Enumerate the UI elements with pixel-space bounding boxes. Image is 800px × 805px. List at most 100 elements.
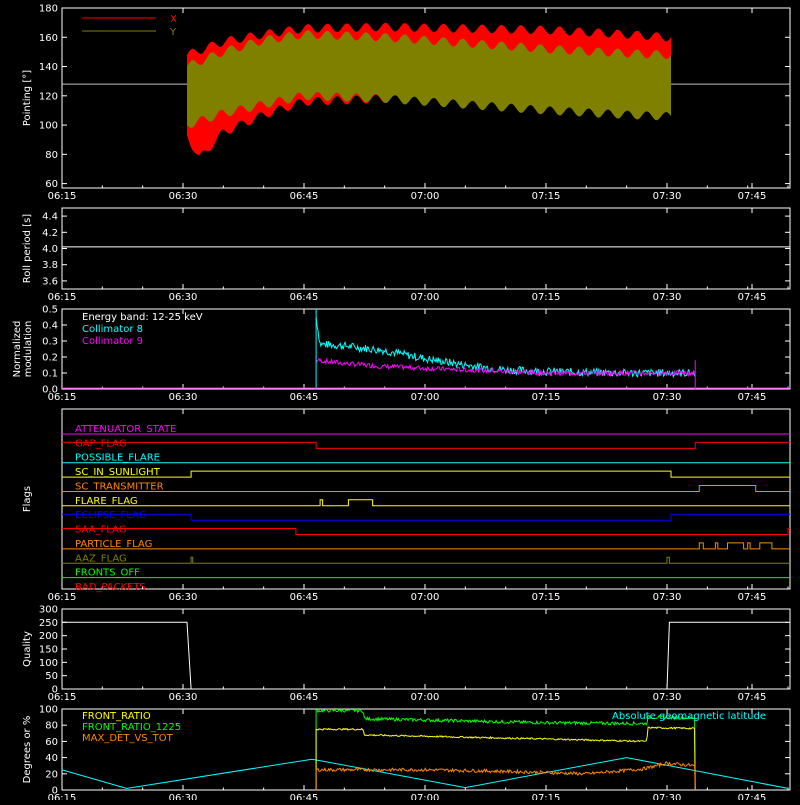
panel-pointing: 06:15 06:30 06:45 07:00 07:15 07:30 07:45 Point… bbox=[22, 4, 791, 202]
x-tick-label: 07:45 bbox=[738, 191, 767, 202]
x-tick-label: 07:30 bbox=[653, 191, 682, 202]
flag-line-saa-flag bbox=[62, 528, 790, 535]
x-tick-label: 07:00 bbox=[411, 592, 440, 603]
series-geomagnetic-latitude bbox=[62, 757, 789, 789]
y-tick-label: 3.6 bbox=[42, 276, 58, 287]
plot-area bbox=[62, 621, 788, 689]
flag-label: ATTENUATOR_STATE bbox=[75, 424, 176, 435]
plot-area bbox=[62, 433, 790, 579]
x-tick-label: 07:30 bbox=[653, 692, 682, 703]
x-tick-label: 07:15 bbox=[532, 191, 561, 202]
x-tick-label: 07:30 bbox=[653, 292, 682, 303]
x-tick-label: 07:45 bbox=[738, 292, 767, 303]
y-tick-label: 3.8 bbox=[42, 260, 58, 271]
x-tick-label: 06:45 bbox=[290, 692, 319, 703]
series-collimator-8 bbox=[315, 317, 696, 379]
panel-ratios: 06:15 06:30 06:45 07:00 07:15 07:30 07:45Degre… bbox=[22, 705, 791, 804]
y-tick-label: 0 bbox=[52, 786, 58, 797]
x-tick-label: 07:00 bbox=[411, 292, 440, 303]
x-tick-label: 07:45 bbox=[738, 592, 767, 603]
y-tick-label: 4.0 bbox=[42, 244, 58, 255]
flag-label: GAP_FLAG bbox=[75, 438, 127, 449]
x-tick-label: 07:00 bbox=[411, 191, 440, 202]
x-tick-label: 06:30 bbox=[169, 292, 198, 303]
y-tick-label: 4.2 bbox=[42, 228, 58, 239]
x-tick-label: 07:00 bbox=[411, 392, 440, 403]
y-tick-label: 0.1 bbox=[42, 369, 58, 380]
y-tick-label: 0.3 bbox=[42, 337, 58, 348]
panel-frame bbox=[61, 408, 791, 590]
x-tick-label: 07:15 bbox=[532, 292, 561, 303]
x-tick-label: 06:45 bbox=[290, 191, 319, 202]
y-tick-label: 0.0 bbox=[42, 385, 58, 396]
y-axis-label: Normalized bbox=[12, 321, 23, 378]
x-tick-label: 06:45 bbox=[290, 793, 319, 800]
y-tick-label: 100 bbox=[39, 658, 58, 669]
series-max-det-vs-tot bbox=[315, 761, 696, 790]
y-tick-label: 0.2 bbox=[42, 353, 58, 364]
x-tick-label: 06:45 bbox=[290, 392, 319, 403]
flag-label: SC_TRANSMITTER bbox=[75, 481, 164, 492]
y-tick-label: 300 bbox=[39, 605, 58, 616]
y-tick-label: 140 bbox=[39, 62, 58, 73]
flag-label: ECLIPSE_FLAG bbox=[75, 510, 146, 521]
flag-line-eclipse-flag bbox=[62, 513, 790, 521]
y-tick-label: 150 bbox=[39, 645, 58, 656]
legend-label: Y bbox=[169, 27, 177, 38]
y-tick-label: 160 bbox=[39, 33, 58, 44]
y-tick-label: 0 bbox=[52, 685, 58, 696]
multi-panel-chart: 06:15 06:30 06:45 07:00 07:15 07:30 07:45 Point… bbox=[12, 4, 791, 804]
y-tick-label: 80 bbox=[45, 721, 58, 732]
x-tick-label: 06:30 bbox=[169, 793, 198, 800]
series-quality bbox=[62, 621, 788, 689]
y-tick-label: 0.5 bbox=[42, 305, 58, 316]
y-tick-label: 40 bbox=[45, 753, 58, 764]
y-tick-label: 0.4 bbox=[42, 321, 58, 332]
panel-frame bbox=[61, 608, 791, 690]
x-tick-label: 07:45 bbox=[738, 692, 767, 703]
legend-label: X bbox=[170, 14, 177, 25]
legend-label-right: Absolute geomagnetic latitude bbox=[612, 711, 766, 722]
y-axis-label: Degrees or % bbox=[22, 716, 33, 784]
x-tick-label: 07:00 bbox=[411, 692, 440, 703]
y-tick-label: 20 bbox=[45, 769, 58, 780]
x-tick-label: 07:15 bbox=[532, 793, 561, 800]
x-tick-label: 06:30 bbox=[169, 592, 198, 603]
flag-label: AAZ_FLAG bbox=[75, 553, 127, 564]
x-tick-label: 07:45 bbox=[738, 793, 767, 800]
flag-label: SAA_FLAG bbox=[75, 525, 126, 536]
y-axis-label: Quality bbox=[22, 631, 33, 667]
y-tick-label: 100 bbox=[39, 705, 58, 716]
y-tick-label: 100 bbox=[39, 121, 58, 132]
y-tick-label: 60 bbox=[45, 737, 58, 748]
flag-line-gap-flag bbox=[62, 441, 790, 449]
flag-line-sc-transmitter bbox=[62, 485, 790, 492]
legend-label: MAX_DET_VS_TOT bbox=[82, 733, 174, 744]
legend-label: Energy band: 12-25 keV bbox=[82, 312, 203, 323]
flag-label: FRONTS_OFF bbox=[75, 568, 140, 579]
flag-line-sc-in-sunlight bbox=[62, 470, 790, 478]
y-tick-label: 180 bbox=[39, 4, 58, 15]
flag-line-flare-flag bbox=[62, 499, 790, 507]
y-tick-label: 200 bbox=[39, 631, 58, 642]
x-tick-label: 06:15 bbox=[48, 592, 77, 603]
x-tick-label: 07:30 bbox=[653, 392, 682, 403]
x-tick-label: 07:15 bbox=[532, 692, 561, 703]
x-tick-label: 07:45 bbox=[738, 392, 767, 403]
x-tick-label: 07:30 bbox=[653, 592, 682, 603]
chart-stage: 06:15 06:30 06:45 07:00 07:15 07:30 07:45 Point… bbox=[0, 0, 800, 804]
x-tick-label: 06:45 bbox=[290, 592, 319, 603]
legend-label: Collimator 9 bbox=[82, 336, 143, 347]
flag-label: FLARE_FLAG bbox=[75, 496, 138, 507]
y-tick-label: 60 bbox=[45, 179, 58, 190]
plot-area bbox=[62, 22, 790, 156]
panel-flags: 06:15 06:30 06:45 07:00 07:15 07:30 07:45 Flags… bbox=[22, 408, 791, 603]
x-tick-label: 06:30 bbox=[169, 191, 198, 202]
legend-label: FRONT_RATIO bbox=[82, 711, 151, 722]
panel-frame bbox=[61, 207, 791, 290]
y-tick-label: 80 bbox=[45, 150, 58, 161]
y-tick-label: 50 bbox=[45, 671, 58, 682]
y-axis-label: Roll period [s] bbox=[22, 214, 33, 283]
x-tick-label: 06:30 bbox=[169, 392, 198, 403]
x-tick-label: 07:00 bbox=[411, 793, 440, 800]
